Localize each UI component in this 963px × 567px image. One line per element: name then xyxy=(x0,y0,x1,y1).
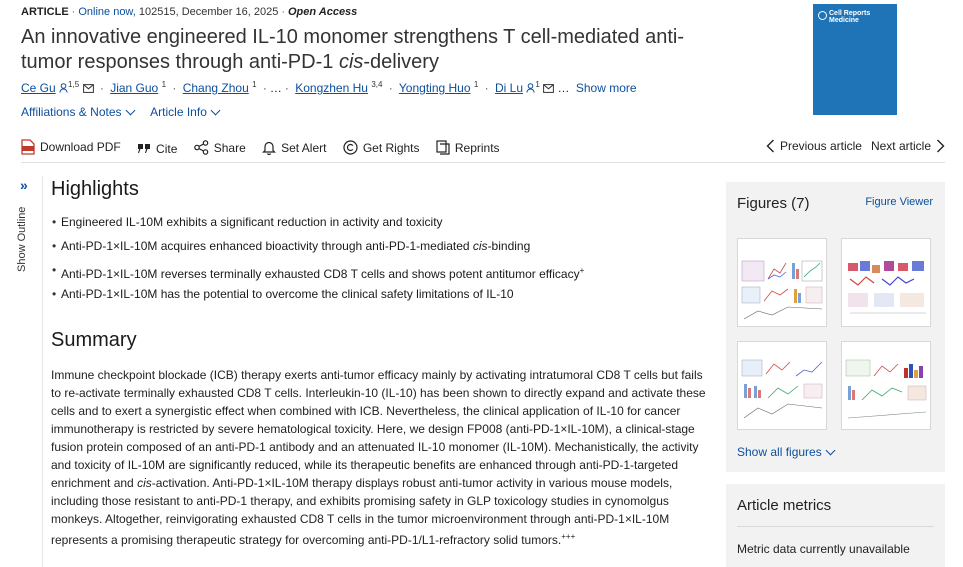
pdf-icon xyxy=(21,139,35,155)
figure-viewer-link[interactable]: Figure Viewer xyxy=(865,196,933,208)
highlights-heading: Highlights xyxy=(51,178,139,200)
open-access-badge: Open Access xyxy=(288,6,358,18)
download-pdf-button[interactable]: Download PDF xyxy=(21,139,121,155)
show-more-authors-button[interactable]: Show more xyxy=(576,81,637,95)
next-article-link[interactable]: Next article xyxy=(871,139,945,153)
article-metrics-panel: Article metrics Metric data currently un… xyxy=(726,484,945,567)
article-type: ARTICLE xyxy=(21,6,69,18)
author-list: Ce Gu 1,5 · Jian Guo 1 · Chang Zhou 1 ·…… xyxy=(21,80,637,95)
journal-title: Cell Reports Medicine xyxy=(829,10,871,24)
metrics-divider xyxy=(737,526,934,527)
article-toolbar: Download PDF Cite Share Set Alert Get Ri… xyxy=(21,139,513,158)
figure-thumbnail[interactable] xyxy=(841,341,931,430)
quote-icon xyxy=(138,144,151,153)
article-pager: Previous article Next article xyxy=(766,139,945,153)
chevron-down-icon xyxy=(210,105,221,116)
figure-thumbnail[interactable] xyxy=(737,238,827,327)
metrics-heading: Article metrics xyxy=(737,497,832,514)
article-subnav: Affiliations & Notes Article Info xyxy=(21,105,233,119)
author-link[interactable]: Chang Zhou xyxy=(183,81,249,95)
authors-ellipsis: … xyxy=(269,81,282,95)
show-outline-button[interactable]: Show Outline xyxy=(16,207,28,272)
bell-icon xyxy=(262,141,277,155)
copyright-icon xyxy=(343,140,358,155)
cite-button[interactable]: Cite xyxy=(137,142,177,156)
author-link[interactable]: Kongzhen Hu xyxy=(295,81,368,95)
summary-text: Immune checkpoint blockade (ICB) therapy… xyxy=(51,368,706,547)
figures-heading: Figures (7) xyxy=(737,195,810,212)
person-icon[interactable] xyxy=(59,83,68,93)
reprints-icon xyxy=(436,140,450,155)
figures-panel: Figures (7) Figure Viewer Show all figur… xyxy=(726,182,945,472)
author-link[interactable]: Di Lu xyxy=(495,81,523,95)
online-date-label[interactable]: Online now, xyxy=(78,6,135,18)
chevron-right-icon xyxy=(937,139,945,153)
outline-divider xyxy=(42,176,43,567)
highlights-list: Engineered IL-10M exhibits a significant… xyxy=(52,214,712,310)
article-title: An innovative engineered IL-10 monomer s… xyxy=(21,26,684,73)
share-button[interactable]: Share xyxy=(193,140,246,155)
highlight-item: Anti-PD-1×IL-10M has the potential to ov… xyxy=(52,286,712,310)
highlight-item: Anti-PD-1×IL-10M acquires enhanced bioac… xyxy=(52,238,712,262)
get-rights-button[interactable]: Get Rights xyxy=(343,140,420,155)
share-icon xyxy=(193,140,209,155)
metrics-status: Metric data currently unavailable xyxy=(737,542,910,556)
chevron-down-icon xyxy=(825,445,836,456)
journal-logo-icon xyxy=(818,11,827,20)
toolbar-divider xyxy=(21,162,945,163)
set-alert-button[interactable]: Set Alert xyxy=(262,140,326,155)
chevron-down-icon xyxy=(125,105,135,116)
highlight-item: Anti-PD-1×IL-10M reverses terminally exh… xyxy=(52,262,712,286)
summary-heading: Summary xyxy=(51,329,137,351)
previous-article-link[interactable]: Previous article xyxy=(766,139,862,153)
email-icon[interactable] xyxy=(543,84,555,93)
article-info-toggle[interactable]: Article Info xyxy=(150,105,221,119)
journal-cover[interactable]: Cell Reports Medicine xyxy=(813,4,897,115)
article-details: 102515, December 16, 2025 xyxy=(138,6,279,18)
author-link[interactable]: Jian Guo xyxy=(110,81,158,95)
email-icon[interactable] xyxy=(82,84,94,93)
author-link[interactable]: Yongting Huo xyxy=(399,81,471,95)
article-meta: ARTICLE · Online now, 102515, December 16,… xyxy=(21,6,358,18)
figure-thumbnail[interactable] xyxy=(737,341,827,430)
highlight-item: Engineered IL-10M exhibits a significant… xyxy=(52,214,712,238)
author-link[interactable]: Ce Gu xyxy=(21,81,56,95)
expand-outline-icon[interactable]: » xyxy=(20,177,28,193)
show-all-figures-button[interactable]: Show all figures xyxy=(737,445,836,459)
reprints-button[interactable]: Reprints xyxy=(436,140,500,155)
figure-thumbnail[interactable] xyxy=(841,238,931,327)
chevron-left-icon xyxy=(766,139,774,153)
affiliations-toggle[interactable]: Affiliations & Notes xyxy=(21,105,135,119)
